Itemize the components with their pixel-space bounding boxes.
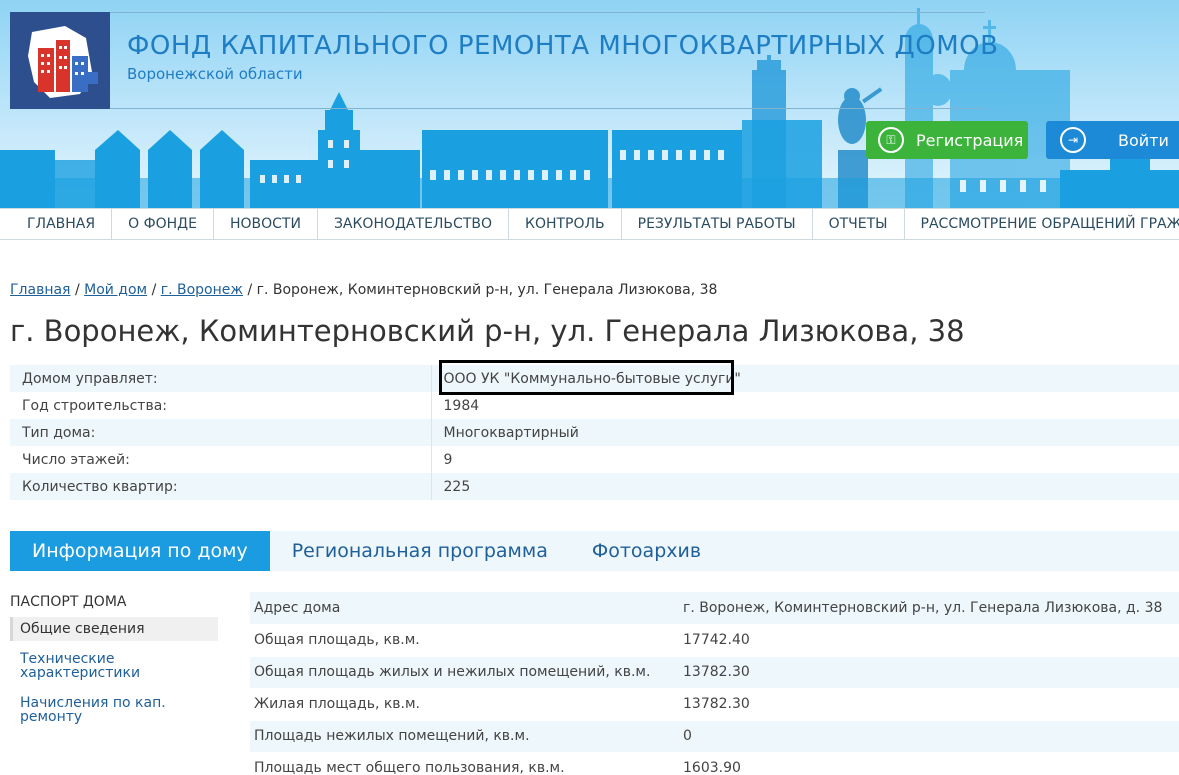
breadcrumb-link-my-house[interactable]: Мой дом: [84, 282, 147, 298]
breadcrumb-separator: /: [74, 282, 80, 298]
row-label: Общая площадь жилых и нежилых помещений,…: [250, 656, 679, 689]
house-tabs: Информация по дому Региональная программ…: [10, 531, 1179, 571]
row-value: 0: [679, 720, 1179, 753]
row-label: Количество квартир:: [10, 473, 432, 500]
row-label: Площадь мест общего пользования, кв.м.: [250, 752, 679, 775]
row-value: 1603.90: [679, 752, 1179, 775]
table-row: Общая площадь жилых и нежилых помещений,…: [250, 656, 1179, 689]
nav-item-about[interactable]: О ФОНДЕ: [112, 209, 214, 239]
table-row: Жилая площадь, кв.м. 13782.30: [250, 688, 1179, 721]
highlight-box: [439, 360, 734, 395]
row-label: Общая площадь, кв.м.: [250, 624, 679, 657]
nav-item-home[interactable]: ГЛАВНАЯ: [0, 209, 113, 239]
header-rule-bottom: [110, 108, 985, 109]
breadcrumb-separator: /: [247, 282, 253, 298]
logo-emblem-icon: [28, 26, 98, 98]
login-icon: ⇥: [1060, 127, 1086, 153]
sidebar-item-technical[interactable]: Технические характеристики: [20, 652, 140, 680]
table-row: Количество квартир: 225: [10, 473, 1179, 500]
table-row: Площадь мест общего пользования, кв.м. 1…: [250, 752, 1179, 775]
row-value: 17742.40: [679, 624, 1179, 657]
tab-regional-program[interactable]: Региональная программа: [270, 531, 570, 571]
table-row: Тип дома: Многоквартирный: [10, 419, 1179, 446]
tab-house-info[interactable]: Информация по дому: [10, 531, 270, 571]
nav-item-appeals[interactable]: РАССМОТРЕНИЕ ОБРАЩЕНИЙ ГРАЖДАН: [905, 209, 1179, 239]
table-row: Год строительства: 1984: [10, 392, 1179, 419]
row-label: Год строительства:: [10, 392, 432, 419]
breadcrumb-current: г. Воронеж, Коминтерновский р-н, ул. Ген…: [256, 282, 718, 298]
sidebar-link-line: характеристики: [20, 665, 141, 681]
register-label: Регистрация: [916, 130, 1024, 150]
nav-item-control[interactable]: КОНТРОЛЬ: [509, 209, 622, 239]
org-title: ФОНД КАПИТАЛЬНОГО РЕМОНТА МНОГОКВАРТИРНЫ…: [127, 31, 999, 61]
sidebar-item-general[interactable]: Общие сведения: [10, 617, 218, 641]
breadcrumb: Главная / Мой дом / г. Воронеж / г. Воро…: [10, 282, 717, 298]
nav-item-legislation[interactable]: ЗАКОНОДАТЕЛЬСТВО: [318, 209, 509, 239]
breadcrumb-link-home[interactable]: Главная: [10, 282, 70, 298]
sidebar-heading: ПАСПОРТ ДОМА: [10, 594, 127, 610]
row-label: Площадь нежилых помещений, кв.м.: [250, 720, 679, 753]
row-label: Тип дома:: [10, 419, 432, 446]
row-value: 13782.30: [679, 688, 1179, 721]
login-label: Войти: [1118, 130, 1169, 150]
row-value: 13782.30: [679, 656, 1179, 689]
house-details-table: Адрес дома г. Воронеж, Коминтерновский р…: [250, 592, 1179, 775]
row-value: 9: [443, 451, 453, 468]
row-value: 1984: [443, 397, 480, 414]
row-value: 225: [431, 473, 1179, 500]
nav-item-reports[interactable]: ОТЧЕТЫ: [813, 209, 905, 239]
breadcrumb-separator: /: [151, 282, 157, 298]
login-button[interactable]: ⇥ Войти: [1046, 121, 1179, 159]
table-row: Площадь нежилых помещений, кв.м. 0: [250, 720, 1179, 753]
row-label: Число этажей:: [10, 446, 432, 473]
sidebar-item-charges[interactable]: Начисления по кап. ремонту: [20, 696, 166, 724]
page-title: г. Воронеж, Коминтерновский р-н, ул. Ген…: [10, 314, 965, 348]
sidebar-link-line: ремонту: [20, 709, 83, 725]
row-value: г. Воронеж, Коминтерновский р-н, ул. Ген…: [679, 592, 1179, 625]
register-button[interactable]: ⚿ Регистрация: [866, 121, 1028, 159]
row-value: Многоквартирный: [431, 419, 1179, 446]
site-logo[interactable]: [10, 12, 110, 109]
key-icon: ⚿: [878, 127, 904, 153]
nav-item-news[interactable]: НОВОСТИ: [214, 209, 318, 239]
main-nav: ГЛАВНАЯ О ФОНДЕ НОВОСТИ ЗАКОНОДАТЕЛЬСТВО…: [0, 208, 1179, 240]
row-label: Адрес дома: [250, 592, 679, 625]
table-row: Общая площадь, кв.м. 17742.40: [250, 624, 1179, 657]
tab-photo-archive[interactable]: Фотоархив: [570, 531, 723, 571]
row-label: Домом управляет:: [10, 365, 432, 392]
row-label: Жилая площадь, кв.м.: [250, 688, 679, 721]
site-header: ФОНД КАПИТАЛЬНОГО РЕМОНТА МНОГОКВАРТИРНЫ…: [0, 0, 1179, 208]
table-row: Число этажей: 9: [10, 446, 1179, 473]
breadcrumb-link-city[interactable]: г. Воронеж: [161, 282, 243, 298]
nav-item-results[interactable]: РЕЗУЛЬТАТЫ РАБОТЫ: [622, 209, 813, 239]
table-row: Адрес дома г. Воронеж, Коминтерновский р…: [250, 592, 1179, 625]
org-subtitle: Воронежской области: [127, 65, 303, 83]
header-rule-top: [110, 12, 985, 13]
